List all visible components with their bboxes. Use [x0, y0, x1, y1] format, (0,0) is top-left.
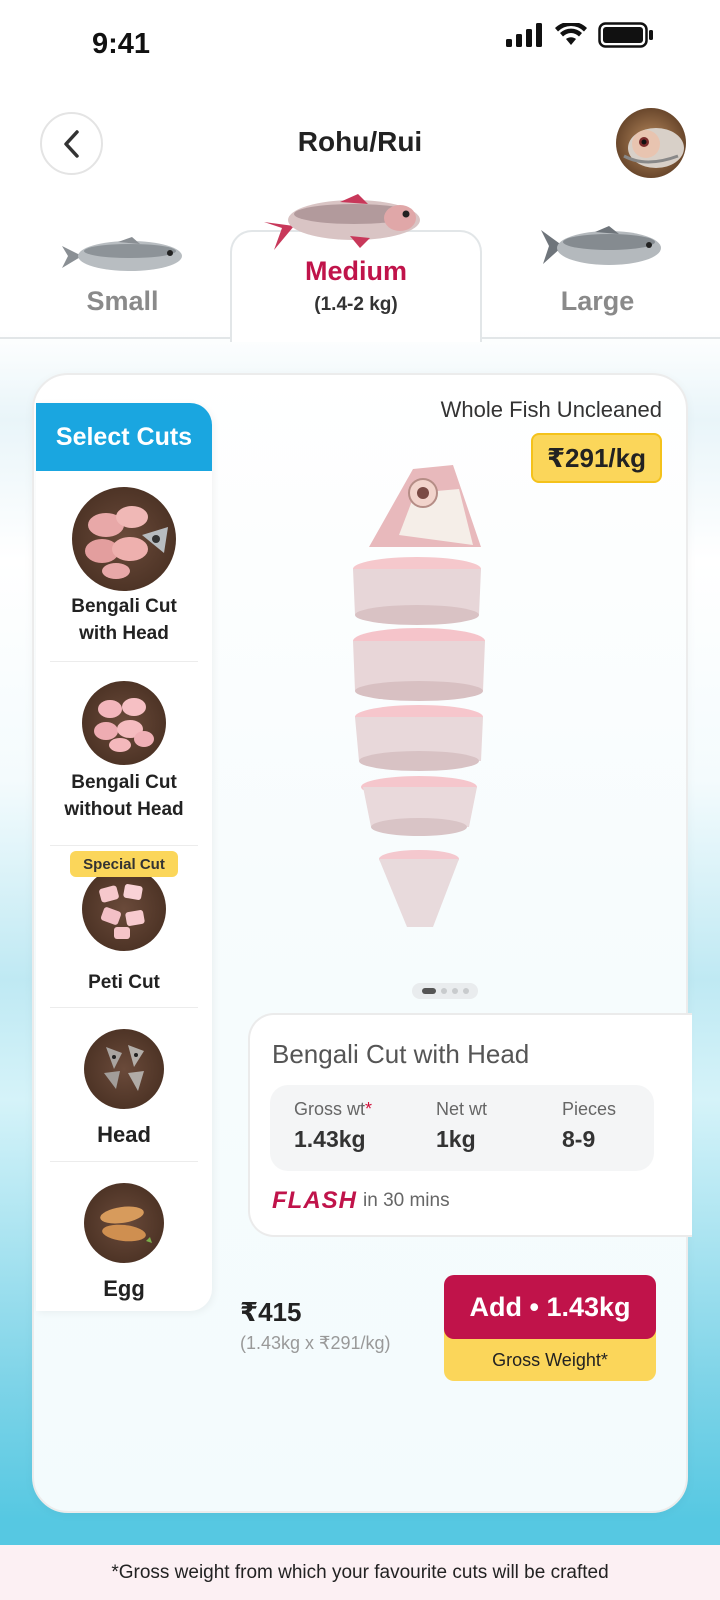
footer-note: *Gross weight from which your favourite … [0, 1545, 720, 1600]
gross-weight-value: 1.43kg [294, 1126, 366, 1152]
cut-item-peti-cut[interactable]: Special Cut Peti Cut [36, 849, 212, 1015]
pager-dot-active [421, 988, 436, 994]
cut-divider [50, 661, 198, 662]
weights-box: Gross wt* 1.43kg Net wt 1kg Pieces 8-9 [270, 1085, 654, 1171]
cut-details-card: Bengali Cut with Head Gross wt* 1.43kg N… [248, 1013, 692, 1237]
pager-dot [440, 988, 447, 994]
cuts-header: Select Cuts [36, 403, 212, 471]
fish-cut-illustration[interactable] [349, 465, 519, 935]
size-tabs: Small Medium (1.4-2 kg) Large [0, 190, 720, 342]
fish-head-avatar-icon [616, 108, 686, 178]
pager-dot [462, 988, 469, 994]
net-weight: Net wt 1kg [436, 1099, 487, 1153]
cut-label: Bengali Cut with Head [71, 596, 177, 644]
add-button[interactable]: Add • 1.43kg [444, 1275, 656, 1339]
tab-medium-weight-range: (1.4-2 kg) [314, 294, 398, 315]
pieces-label: Pieces [562, 1099, 617, 1119]
gross-weight-label: Gross wt* [294, 1099, 373, 1119]
tab-large-label: Large [560, 286, 635, 316]
tab-medium[interactable]: Medium (1.4-2 kg) [230, 194, 482, 342]
status-time: 9:41 [92, 28, 151, 60]
cut-item-bengali-without-head[interactable]: Bengali Cut without Head [36, 675, 212, 851]
gross-weight: Gross wt* 1.43kg [294, 1099, 372, 1153]
cut-label: Bengali Cut without Head [64, 772, 184, 820]
net-weight-value: 1kg [436, 1126, 476, 1152]
special-cut-badge: Special Cut [70, 851, 178, 877]
cut-label: Peti Cut [88, 972, 160, 993]
peti-cut-image [82, 867, 166, 951]
tab-small[interactable]: Small [40, 230, 205, 340]
cut-item-bengali-with-head[interactable]: Bengali Cut with Head [36, 483, 212, 661]
fish-medium-icon [264, 194, 420, 250]
wifi-icon [555, 23, 587, 45]
cut-item-egg[interactable]: Egg [36, 1169, 212, 1309]
tab-medium-label: Medium [304, 256, 407, 286]
cut-item-head[interactable]: Head [36, 1015, 212, 1165]
fish-small-icon [62, 237, 182, 271]
delivery-info: FLASH in 30 mins [272, 1187, 450, 1215]
battery-icon [598, 22, 653, 48]
egg-image [84, 1183, 164, 1263]
header: Rohu/Rui [0, 100, 720, 190]
cut-label: Egg [103, 1276, 145, 1301]
add-to-cart-block: Gross Weight* Add • 1.43kg [444, 1275, 656, 1381]
status-bar: 9:41 [0, 0, 720, 90]
cut-divider [50, 845, 198, 846]
pager-dot [451, 988, 458, 994]
total-price: ₹415 [240, 1297, 302, 1327]
cut-divider [50, 1161, 198, 1162]
net-weight-label: Net wt [436, 1099, 488, 1119]
pieces-value: 8-9 [562, 1126, 596, 1152]
bengali-cut-without-head-image [82, 681, 166, 765]
cuts-panel: Select Cuts Bengali Cut with Head Bengal… [36, 403, 212, 1311]
bengali-cut-with-head-image [72, 487, 176, 591]
flash-logo: FLASH [272, 1187, 357, 1214]
cut-divider [50, 1007, 198, 1008]
cut-label: Head [97, 1122, 151, 1147]
price-per-kg-badge: ₹291/kg [530, 433, 662, 483]
price-calculation: (1.43kg x ₹291/kg) [240, 1333, 391, 1353]
tab-small-label: Small [86, 286, 159, 316]
status-icons [506, 22, 654, 48]
product-card: Select Cuts Bengali Cut with Head Bengal… [32, 373, 692, 1513]
fish-avatar[interactable] [616, 108, 686, 178]
signal-icon [506, 23, 542, 47]
product-name: Whole Fish Uncleaned [440, 397, 662, 422]
cut-details-title: Bengali Cut with Head [272, 1039, 530, 1069]
pieces: Pieces 8-9 [562, 1099, 616, 1153]
tab-large[interactable]: Large [515, 226, 680, 340]
gross-weight-asterisk: * [365, 1099, 373, 1119]
carousel-pager[interactable] [412, 983, 478, 999]
head-image [84, 1029, 164, 1109]
delivery-time: in 30 mins [363, 1190, 450, 1211]
page-title: Rohu/Rui [297, 126, 423, 157]
fish-large-icon [541, 226, 661, 265]
